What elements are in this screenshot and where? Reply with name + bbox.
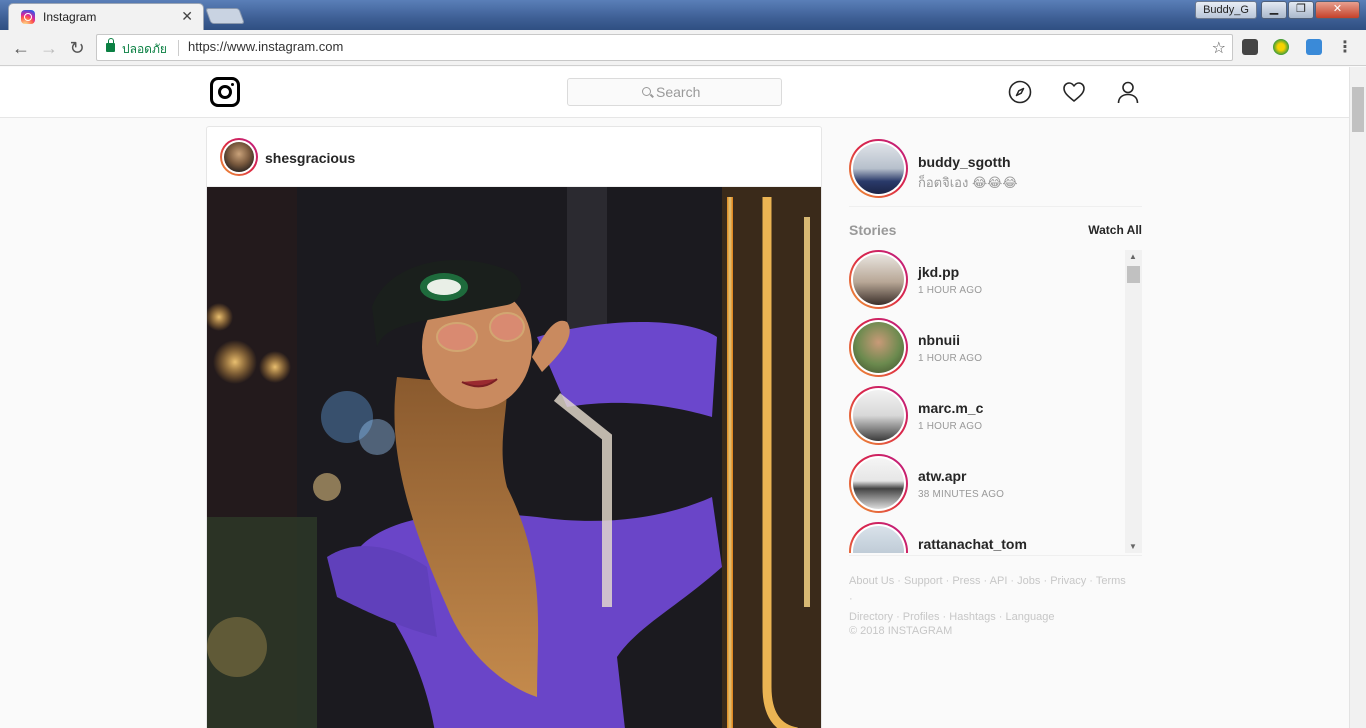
lock-icon (106, 38, 115, 52)
story-avatar[interactable] (849, 318, 908, 377)
new-tab-button[interactable] (205, 8, 245, 24)
footer-link-about[interactable]: About Us (849, 575, 894, 587)
browser-titlebar: Instagram ✕ Buddy_G ▁ ❐ ✕ (0, 0, 1366, 30)
url-text[interactable]: https://www.instagram.com (188, 39, 343, 54)
story-username[interactable]: jkd.pp (918, 264, 959, 280)
story-avatar[interactable] (849, 386, 908, 445)
tab-title: Instagram (43, 10, 97, 24)
footer-link-support[interactable]: Support (904, 575, 943, 587)
browser-profile-button[interactable]: Buddy_G (1195, 1, 1257, 19)
browser-tab-instagram[interactable]: Instagram ✕ (8, 3, 204, 30)
footer-link-privacy[interactable]: Privacy (1050, 575, 1086, 587)
feed-post: shesgracious (206, 126, 822, 728)
user-extension-icon[interactable] (1306, 39, 1322, 55)
story-username[interactable]: marc.m_c (918, 400, 983, 416)
story-avatar[interactable] (849, 454, 908, 513)
browser-menu-icon[interactable]: ⋮ (1337, 37, 1353, 57)
story-time: 1 HOUR AGO (918, 421, 983, 432)
search-input[interactable] (656, 83, 776, 101)
forward-arrow-icon[interactable]: → (37, 36, 61, 60)
bookmark-star-icon[interactable]: ☆ (1212, 38, 1226, 58)
story-item[interactable]: marc.m_c 1 HOUR AGO (849, 386, 1124, 446)
current-user-fullname: ก็อตจิเอง 😂😂😂 (918, 175, 1018, 190)
secure-label: ปลอดภัย (122, 42, 167, 56)
back-arrow-icon[interactable]: ← (9, 36, 33, 60)
download-extension-icon[interactable] (1242, 39, 1258, 55)
profile-person-icon[interactable] (1116, 80, 1140, 104)
story-username[interactable]: nbnuii (918, 332, 960, 348)
tab-close-icon[interactable]: ✕ (181, 8, 193, 25)
post-author-avatar[interactable] (220, 138, 258, 176)
omnibox-divider (178, 40, 179, 56)
footer-link-directory[interactable]: Directory (849, 611, 893, 623)
footer-link-jobs[interactable]: Jobs (1017, 575, 1040, 587)
copyright: © 2018 INSTAGRAM (849, 625, 953, 637)
story-time: 1 HOUR AGO (918, 353, 983, 364)
footer-links: About Us · Support · Press · API · Jobs … (849, 575, 1126, 623)
current-user-card: buddy_sgotth ก็อตจิเอง 😂😂😂 (849, 139, 1142, 207)
post-header: shesgracious (207, 127, 821, 187)
story-item[interactable]: atw.apr 38 MINUTES AGO (849, 454, 1124, 514)
browser-toolbar: ← → ↻ ปลอดภัย https://www.instagram.com … (0, 30, 1366, 66)
scroll-down-arrow-icon[interactable]: ▼ (1129, 542, 1137, 551)
footer-link-hashtags[interactable]: Hashtags (949, 611, 995, 623)
scroll-up-arrow-icon[interactable]: ▲ (1129, 252, 1137, 261)
current-user-avatar[interactable] (849, 139, 908, 198)
instagram-header (0, 67, 1349, 118)
post-photo-illustration (207, 187, 821, 728)
footer-link-press[interactable]: Press (952, 575, 980, 587)
stories-scroll-thumb[interactable] (1127, 266, 1140, 283)
story-avatar[interactable] (849, 522, 908, 553)
story-item[interactable]: nbnuii 1 HOUR AGO (849, 318, 1124, 378)
story-time: 38 MINUTES AGO (918, 489, 1005, 500)
post-photo[interactable] (207, 187, 821, 728)
window-close-button[interactable]: ✕ (1315, 1, 1360, 19)
footer-link-api[interactable]: API (990, 575, 1008, 587)
stories-title: Stories (849, 222, 897, 238)
globe-extension-icon[interactable] (1273, 39, 1289, 55)
footer-link-terms[interactable]: Terms (1096, 575, 1126, 587)
story-username[interactable]: atw.apr (918, 468, 967, 484)
window-minimize-button[interactable]: ▁ (1261, 1, 1287, 19)
search-icon (642, 87, 651, 96)
watch-all-link[interactable]: Watch All (1088, 223, 1142, 237)
footer-link-language[interactable]: Language (1006, 611, 1055, 623)
search-box[interactable] (567, 78, 782, 106)
story-item[interactable]: rattanachat_tom (849, 522, 1124, 553)
page-scrollbar[interactable] (1349, 67, 1366, 728)
stories-header: Stories Watch All (849, 220, 1142, 240)
post-author-username[interactable]: shesgracious (265, 150, 355, 166)
story-time: 1 HOUR AGO (918, 285, 983, 296)
page-scroll-thumb[interactable] (1352, 87, 1364, 132)
story-username[interactable]: rattanachat_tom (918, 536, 1027, 552)
instagram-favicon-icon (21, 10, 35, 24)
address-bar[interactable]: ปลอดภัย https://www.instagram.com ☆ (96, 34, 1233, 61)
stories-list: jkd.pp 1 HOUR AGO nbnuii 1 HOUR AGO marc… (849, 250, 1142, 553)
story-item[interactable]: jkd.pp 1 HOUR AGO (849, 250, 1124, 310)
page-viewport: shesgracious (0, 67, 1366, 728)
explore-compass-icon[interactable] (1008, 80, 1032, 104)
activity-heart-icon[interactable] (1062, 80, 1086, 104)
story-avatar[interactable] (849, 250, 908, 309)
footer-link-profiles[interactable]: Profiles (903, 611, 940, 623)
stories-divider (849, 555, 1142, 556)
reload-icon[interactable]: ↻ (65, 36, 89, 60)
window-maximize-button[interactable]: ❐ (1288, 1, 1314, 19)
instagram-logo-icon[interactable] (210, 77, 240, 107)
stories-scrollbar[interactable]: ▲ ▼ (1125, 250, 1142, 553)
current-user-username[interactable]: buddy_sgotth (918, 154, 1011, 170)
